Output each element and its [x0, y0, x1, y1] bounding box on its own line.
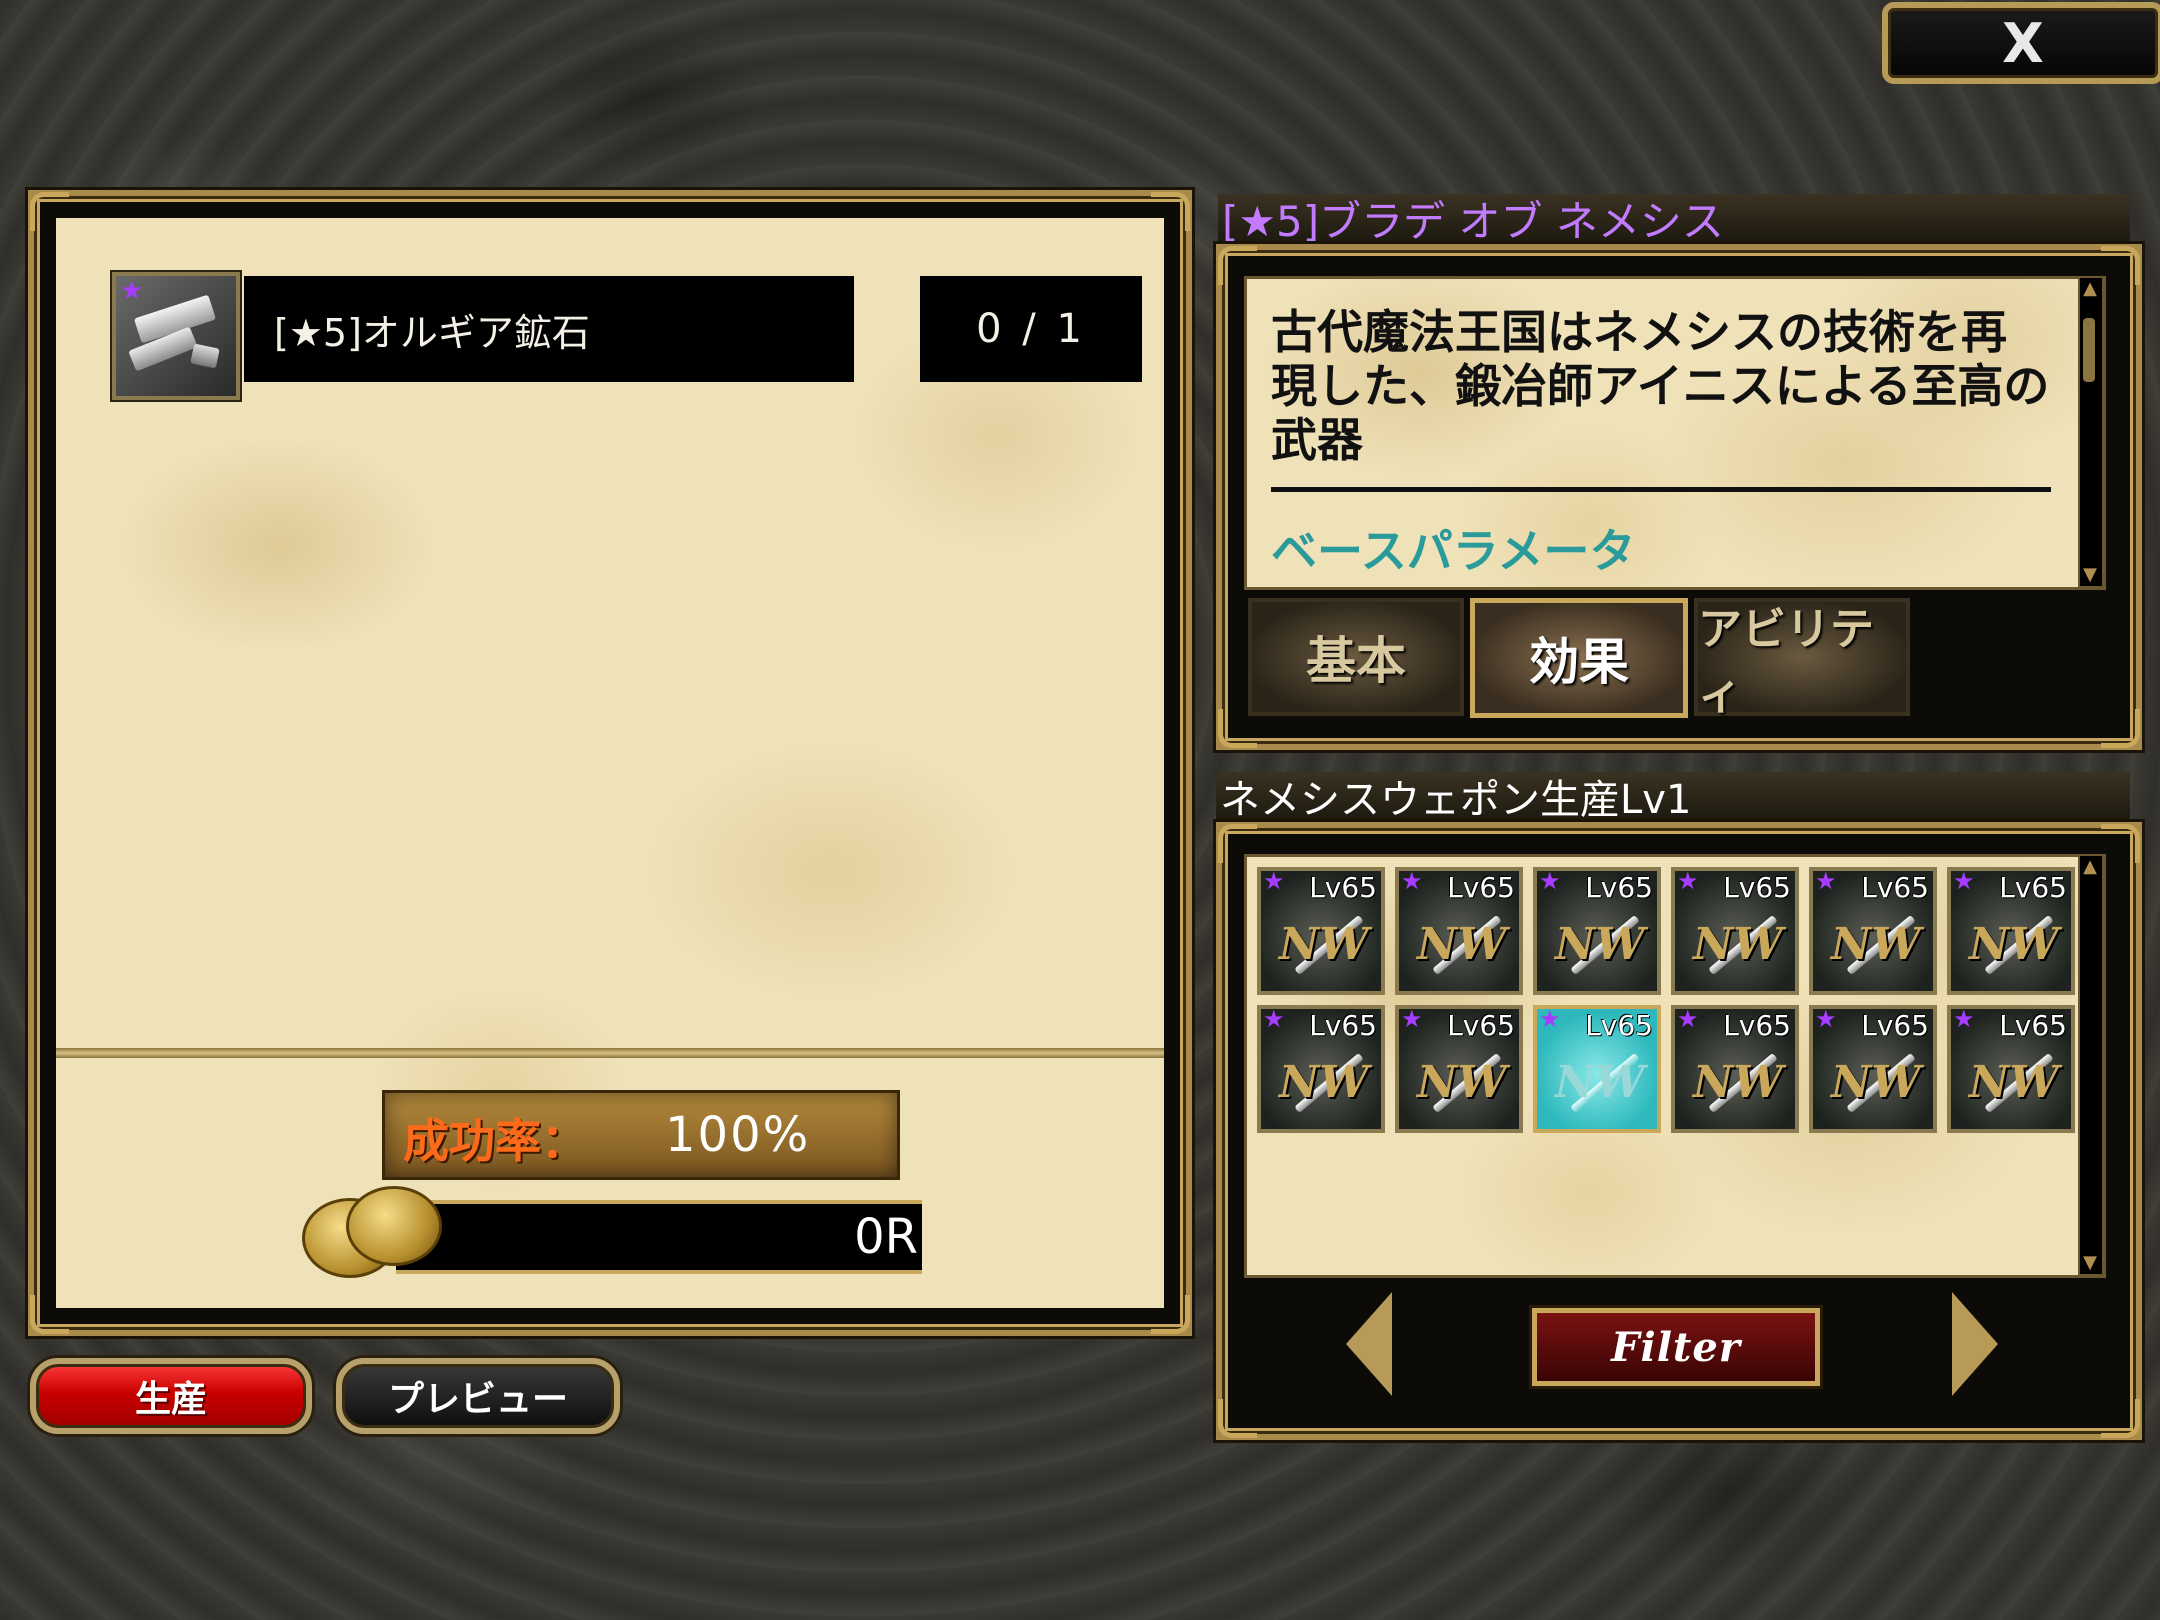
weapon-slot[interactable]: ★ Lv65 NW — [1671, 867, 1799, 995]
weapon-badge: NW — [1417, 919, 1507, 970]
weapon-level: Lv65 — [1999, 871, 2067, 904]
section-heading: ベースパラメータ — [1271, 524, 1636, 578]
weapon-badge: NW — [1693, 919, 1783, 970]
close-icon: X — [2002, 11, 2044, 75]
divider — [56, 1048, 1164, 1058]
success-rate-label: 成功率： — [403, 1114, 587, 1168]
rarity-star-icon: ★ — [1401, 1005, 1423, 1033]
weapon-badge: NW — [1279, 919, 1369, 970]
scroll-up-icon[interactable]: ▲ — [2081, 856, 2099, 878]
weapon-slot[interactable]: ★ Lv65 NW — [1947, 1005, 2075, 1133]
weapon-level: Lv65 — [1309, 871, 1377, 904]
recipe-list-title: ネメシスウェポン生産Lv1 — [1216, 772, 2130, 824]
rarity-star-icon: ★ — [1815, 1005, 1837, 1033]
filter-button[interactable]: Filter — [1532, 1308, 1820, 1386]
rarity-star-icon: ★ — [1539, 1005, 1561, 1033]
ore-icon[interactable]: ★ — [112, 272, 240, 400]
rarity-star-icon: ★ — [1815, 867, 1837, 895]
produce-button[interactable]: 生産 — [30, 1358, 312, 1434]
tab-effect[interactable]: 効果 — [1470, 598, 1688, 718]
weapon-slot[interactable]: ★ Lv65 NW — [1395, 867, 1523, 995]
weapon-level: Lv65 — [1309, 1009, 1377, 1042]
cost-value: 0R — [854, 1209, 918, 1265]
weapon-badge: NW — [1831, 1057, 1921, 1108]
tab-effect-label: 効果 — [1529, 633, 1629, 691]
weapon-level: Lv65 — [1723, 1009, 1791, 1042]
crafting-panel: ★ [★5]オルギア鉱石 0 / 1 成功率： 100% 0R — [28, 190, 1192, 1336]
weapon-badge: NW — [1555, 919, 1645, 970]
tab-ability-label: アビリティ — [1698, 604, 1874, 719]
rarity-star-icon: ★ — [1263, 1005, 1285, 1033]
weapon-slot[interactable]: ★ Lv65 NW — [1533, 1005, 1661, 1133]
success-rate-box: 成功率： 100% — [382, 1090, 900, 1180]
rarity-star-icon: ★ — [1401, 867, 1423, 895]
tab-basic[interactable]: 基本 — [1248, 598, 1464, 716]
rarity-star-icon: ★ — [120, 276, 144, 306]
weapon-badge: NW — [1417, 1057, 1507, 1108]
rarity-star-icon: ★ — [1953, 867, 1975, 895]
cost-bar: 0R — [396, 1200, 922, 1274]
item-title: [★5]ブラデ オブ ネメシス — [1218, 194, 2130, 246]
scroll-up-icon[interactable]: ▲ — [2081, 278, 2099, 300]
rarity-star-icon: ★ — [1953, 1005, 1975, 1033]
weapon-slot[interactable]: ★ Lv65 NW — [1809, 867, 1937, 995]
scroll-thumb[interactable] — [2083, 318, 2095, 382]
rarity-star-icon: ★ — [1263, 867, 1285, 895]
weapon-slot[interactable]: ★ Lv65 NW — [1257, 867, 1385, 995]
item-detail-panel: 古代魔法王国はネメシスの技術を再現した、鍛冶師アイニスによる至高の武器 ベースパ… — [1216, 244, 2142, 750]
crafting-parchment: ★ [★5]オルギア鉱石 0 / 1 成功率： 100% 0R — [56, 218, 1164, 1308]
tab-ability[interactable]: アビリティ — [1694, 598, 1910, 719]
weapon-level: Lv65 — [1585, 871, 1653, 904]
description-scrollbar[interactable]: ▲ ▼ — [2078, 276, 2104, 588]
success-rate-value: 100% — [665, 1107, 811, 1163]
weapon-slot[interactable]: ★ Lv65 NW — [1257, 1005, 1385, 1133]
weapon-slot[interactable]: ★ Lv65 NW — [1533, 867, 1661, 995]
weapon-level: Lv65 — [1585, 1009, 1653, 1042]
tab-basic-label: 基本 — [1306, 632, 1406, 690]
scroll-down-icon[interactable]: ▼ — [2081, 1252, 2099, 1274]
preview-button-label: プレビュー — [387, 1379, 568, 1420]
coin-icon — [302, 1186, 462, 1278]
weapon-badge: NW — [1693, 1057, 1783, 1108]
weapon-slot[interactable]: ★ Lv65 NW — [1947, 867, 2075, 995]
rarity-star-icon: ★ — [1539, 867, 1561, 895]
material-name: [★5]オルギア鉱石 — [244, 276, 854, 382]
weapon-badge: NW — [1969, 919, 2059, 970]
weapon-badge: NW — [1831, 919, 1921, 970]
rarity-star-icon: ★ — [1677, 1005, 1699, 1033]
weapon-level: Lv65 — [1723, 871, 1791, 904]
weapon-badge: NW — [1969, 1057, 2059, 1108]
weapon-level: Lv65 — [1861, 871, 1929, 904]
description-box[interactable]: 古代魔法王国はネメシスの技術を再現した、鍛冶師アイニスによる至高の武器 ベースパ… — [1244, 276, 2106, 590]
produce-button-label: 生産 — [134, 1379, 207, 1420]
preview-button[interactable]: プレビュー — [336, 1358, 620, 1434]
weapon-level: Lv65 — [1861, 1009, 1929, 1042]
item-description: 古代魔法王国はネメシスの技術を再現した、鍛冶師アイニスによる至高の武器 — [1271, 305, 2050, 467]
description-divider — [1271, 487, 2051, 492]
scroll-down-icon[interactable]: ▼ — [2081, 564, 2099, 586]
prev-page-arrow-icon[interactable] — [1346, 1292, 1392, 1396]
filter-button-label: Filter — [1611, 1323, 1741, 1371]
weapon-slot[interactable]: ★ Lv65 NW — [1809, 1005, 1937, 1133]
rarity-star-icon: ★ — [1677, 867, 1699, 895]
weapon-level: Lv65 — [1447, 871, 1515, 904]
weapon-slot[interactable]: ★ Lv65 NW — [1395, 1005, 1523, 1133]
next-page-arrow-icon[interactable] — [1952, 1292, 1998, 1396]
close-button[interactable]: X — [1882, 2, 2160, 84]
weapon-slot[interactable]: ★ Lv65 NW — [1671, 1005, 1799, 1133]
weapon-level: Lv65 — [1447, 1009, 1515, 1042]
weapon-level: Lv65 — [1999, 1009, 2067, 1042]
detail-tabs: 基本 効果 アビリティ — [1248, 598, 1910, 719]
weapon-grid: ★ Lv65 NW ★ Lv65 NW ★ Lv65 NW ★ Lv65 NW ★ Lv65 NW ★ Lv65… — [1257, 867, 2075, 1133]
recipe-grid-area: ★ Lv65 NW ★ Lv65 NW ★ Lv65 NW ★ Lv65 NW ★ Lv65 NW ★ Lv65… — [1244, 854, 2106, 1278]
weapon-badge: NW — [1555, 1057, 1645, 1108]
material-count: 0 / 1 — [920, 276, 1142, 382]
recipe-scrollbar[interactable]: ▲ ▼ — [2078, 854, 2104, 1276]
weapon-badge: NW — [1279, 1057, 1369, 1108]
